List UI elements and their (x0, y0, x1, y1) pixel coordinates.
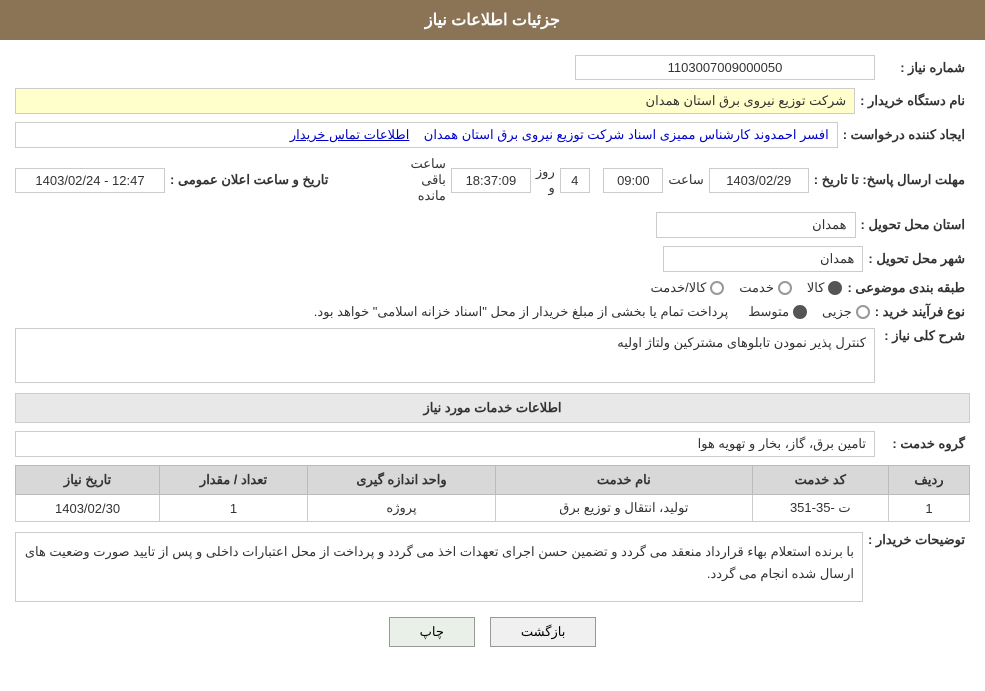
province-label: استان محل تحویل : (861, 217, 971, 233)
deadline-days-label: روز و (536, 164, 555, 196)
print-button[interactable]: چاپ (389, 617, 475, 647)
creator-label: ایجاد کننده درخواست : (843, 127, 970, 143)
col-service-name: نام خدمت (496, 466, 753, 495)
category-label-1: کالا (807, 280, 825, 296)
creator-value: افسر احمدوند کارشناس ممیزی اسناد شرکت تو… (15, 122, 838, 148)
page-title: جزئیات اطلاعات نیاز (425, 12, 560, 29)
need-desc-value: کنترل پذیر نمودن تابلوهای مشترکین ولتاژ … (15, 328, 875, 383)
purchase-type-options: جزیی متوسط (748, 304, 870, 320)
cell-service-name: تولید، انتقال و توزیع برق (496, 495, 753, 522)
category-option-1[interactable]: کالا (807, 280, 843, 296)
need-desc-label: شرح کلی نیاز : (880, 328, 970, 344)
deadline-time: 09:00 (603, 168, 663, 193)
category-radio-1[interactable] (828, 281, 842, 295)
category-options: کالا خدمت کالا/خدمت (651, 280, 843, 296)
purchase-type-option-1[interactable]: جزیی (822, 304, 870, 320)
services-section-title: اطلاعات خدمات مورد نیاز (15, 393, 970, 423)
announce-label: تاریخ و ساعت اعلان عمومی : (170, 172, 333, 188)
cell-row-num: 1 (888, 495, 969, 522)
purchase-type-label-2: متوسط (748, 304, 789, 320)
buyer-name-label: نام دستگاه خریدار : (860, 93, 970, 109)
service-group-value: تامین برق، گاز، بخار و تهویه هوا (15, 431, 875, 457)
purchase-type-note: پرداخت تمام یا بخشی از مبلغ خریدار از مح… (314, 304, 728, 320)
service-group-label: گروه خدمت : (880, 436, 970, 452)
creator-contact-link[interactable]: اطلاعات تماس خریدار (290, 127, 409, 142)
purchase-type-label-1: جزیی (822, 304, 852, 320)
category-option-3[interactable]: کالا/خدمت (651, 280, 725, 296)
category-label: طبقه بندی موضوعی : (847, 280, 970, 296)
deadline-days: 4 (560, 168, 590, 193)
col-quantity: تعداد / مقدار (160, 466, 308, 495)
purchase-type-radio-2[interactable] (793, 305, 807, 319)
city-value: همدان (663, 246, 863, 272)
page-header: جزئیات اطلاعات نیاز (0, 0, 985, 40)
deadline-remaining: 18:37:09 (451, 168, 531, 193)
buyer-notes-label: توضیحات خریدار : (868, 532, 970, 548)
province-value: همدان (656, 212, 856, 238)
deadline-remaining-label: ساعت باقی مانده (411, 156, 446, 204)
deadline-label: مهلت ارسال پاسخ: تا تاریخ : (814, 172, 970, 188)
buyer-notes-value: با برنده استعلام بهاء قرارداد منعقد می گ… (15, 532, 863, 602)
back-button[interactable]: بازگشت (490, 617, 596, 647)
col-date: تاریخ نیاز (16, 466, 160, 495)
purchase-type-label: نوع فرآیند خرید : (875, 304, 970, 320)
category-label-2: خدمت (739, 280, 774, 296)
need-number-label: شماره نیاز : (880, 60, 970, 76)
city-label: شهر محل تحویل : (868, 251, 970, 267)
cell-unit: پروژه (307, 495, 495, 522)
announce-value: 1403/02/24 - 12:47 (15, 168, 165, 193)
deadline-time-label: ساعت (668, 172, 703, 188)
action-buttons: بازگشت چاپ (15, 617, 970, 647)
category-radio-2[interactable] (778, 281, 792, 295)
creator-text: افسر احمدوند کارشناس ممیزی اسناد شرکت تو… (424, 127, 829, 142)
category-radio-3[interactable] (710, 281, 724, 295)
col-row-num: ردیف (888, 466, 969, 495)
buyer-name-value: شرکت توزیع نیروی برق استان همدان (15, 88, 855, 114)
purchase-type-radio-1[interactable] (856, 305, 870, 319)
deadline-date: 1403/02/29 (709, 168, 809, 193)
table-row: 1 ت -35-351 تولید، انتقال و توزیع برق پر… (16, 495, 970, 522)
cell-service-code: ت -35-351 (752, 495, 888, 522)
services-table: ردیف کد خدمت نام خدمت واحد اندازه گیری ت… (15, 465, 970, 522)
category-label-3: کالا/خدمت (651, 280, 707, 296)
col-unit: واحد اندازه گیری (307, 466, 495, 495)
cell-date: 1403/02/30 (16, 495, 160, 522)
need-number-value: 1103007009000050 (575, 55, 875, 80)
col-service-code: کد خدمت (752, 466, 888, 495)
category-option-2[interactable]: خدمت (739, 280, 792, 296)
purchase-type-option-2[interactable]: متوسط (748, 304, 807, 320)
cell-quantity: 1 (160, 495, 308, 522)
